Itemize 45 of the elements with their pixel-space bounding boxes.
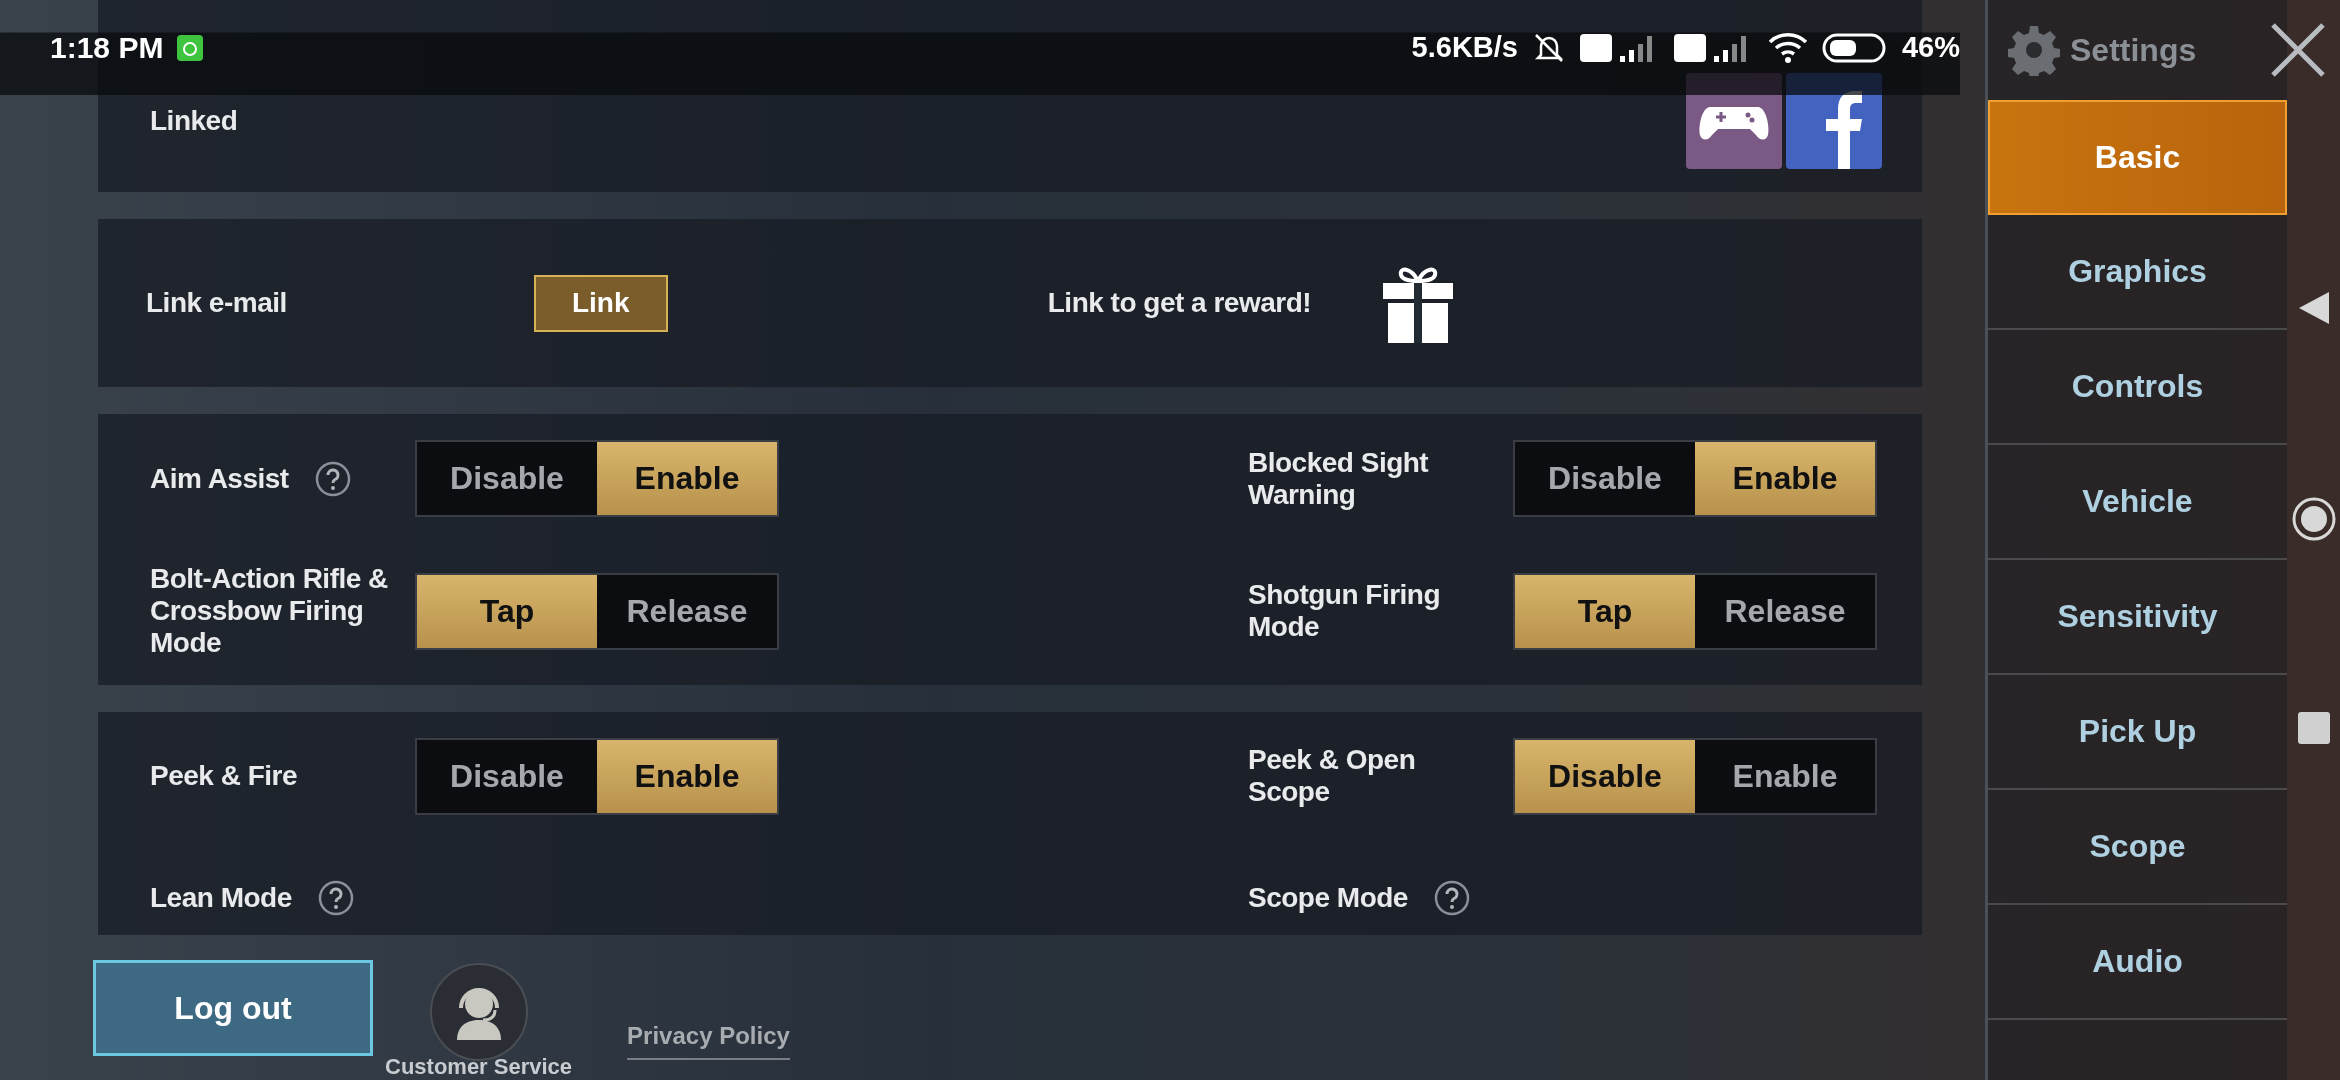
recents-icon[interactable] <box>2297 712 2330 744</box>
toggle-option[interactable]: Enable <box>1695 442 1875 515</box>
customer-service-label[interactable]: Customer Service <box>385 1054 573 1080</box>
toggle-option[interactable]: Disable <box>1515 739 1695 813</box>
sidebar-tab[interactable]: Controls <box>1988 330 2287 445</box>
toggle-option[interactable]: Enable <box>597 442 777 515</box>
settings-title: Settings <box>2070 31 2197 69</box>
network-speed-text: 5.6KB/s <box>1411 31 1518 64</box>
sidebar-tab[interactable]: Graphics <box>1988 215 2287 330</box>
battery-percent-text: 46% <box>1901 31 1960 64</box>
help-icon[interactable] <box>317 879 354 916</box>
setting-label: Lean Mode <box>150 881 292 914</box>
setting-label: Peek & Fire <box>150 760 298 792</box>
close-icon[interactable] <box>2269 21 2327 79</box>
setting-label: Shotgun Firing Mode <box>1248 579 1442 643</box>
toggle-option[interactable]: Tap <box>1515 574 1695 648</box>
app-notification-icon <box>177 34 204 61</box>
toggle-option[interactable]: Enable <box>597 739 777 813</box>
sidebar-tab[interactable]: Audio <box>1988 905 2287 1020</box>
setting-label: Blocked Sight Warning <box>1248 446 1430 511</box>
gamepad-icon[interactable] <box>1686 73 1782 169</box>
setting-label: Bolt-Action Rifle & Crossbow Firing Mode <box>150 563 389 659</box>
facebook-icon[interactable] <box>1786 73 1882 169</box>
help-icon[interactable] <box>1433 879 1470 916</box>
privacy-policy-link[interactable]: Privacy Policy <box>627 1022 790 1060</box>
setting-label: Peek & Open Scope <box>1248 744 1417 808</box>
battery-icon <box>1821 31 1888 64</box>
gear-icon <box>2008 24 2060 76</box>
sidebar-tab[interactable]: Basic <box>1988 100 2287 215</box>
sidebar-tab[interactable]: Vehicle <box>1988 445 2287 560</box>
clock-text: 1:18 PM <box>50 30 164 65</box>
setting-label: Aim Assist <box>150 462 289 495</box>
reward-text: Link to get a reward! <box>1047 287 1312 319</box>
sidebar-tab[interactable]: Sensitivity <box>1988 560 2287 675</box>
toggle-option[interactable]: Tap <box>417 574 597 648</box>
linked-label: Linked <box>150 105 238 137</box>
home-icon[interactable] <box>2290 496 2337 542</box>
sidebar-tab[interactable]: Pick Up <box>1988 675 2287 790</box>
setting-label: Scope Mode <box>1248 881 1408 914</box>
help-icon[interactable] <box>314 460 351 497</box>
sidebar-tab[interactable]: Scope <box>1988 790 2287 905</box>
logout-button[interactable]: Log out <box>93 960 373 1056</box>
link-email-label: Link e-mail <box>146 287 287 319</box>
wifi-icon <box>1767 31 1808 64</box>
link-button[interactable]: Link <box>533 274 668 332</box>
